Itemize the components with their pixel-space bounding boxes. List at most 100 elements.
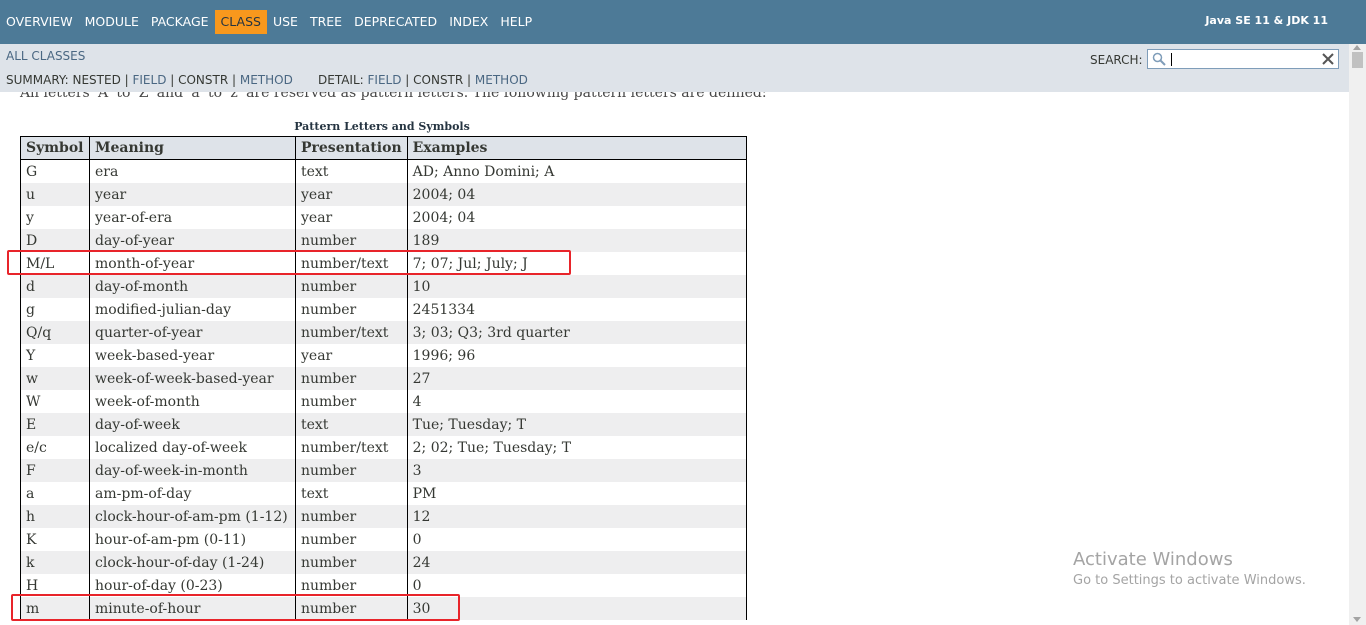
activate-windows-watermark: Activate Windows Go to Settings to activ… (1073, 549, 1306, 588)
summary-label: SUMMARY: NESTED | (6, 73, 133, 87)
cell-symbol: y (20, 206, 90, 229)
nav-use[interactable]: USE (267, 10, 304, 34)
search-label: SEARCH: (1090, 53, 1143, 67)
cell-examples: 2451334 (406, 298, 747, 321)
cell-meaning: day-of-week (89, 413, 296, 436)
cell-presentation: number (295, 367, 408, 390)
nav-overview[interactable]: OVERVIEW (0, 10, 79, 34)
table-row: e/c localized day-of-week number/text 2; 02… (20, 436, 747, 459)
cell-meaning: year-of-era (89, 206, 296, 229)
summary-sep: | (228, 73, 240, 87)
cell-meaning: day-of-week-in-month (89, 459, 296, 482)
table-row: k clock-hour-of-day (1-24) number 24 (20, 551, 747, 574)
cell-examples: 27 (406, 367, 747, 390)
cell-symbol: K (20, 528, 90, 551)
cell-presentation: number (295, 275, 408, 298)
cell-symbol: a (20, 482, 90, 505)
cell-presentation: number (295, 298, 408, 321)
cell-meaning: week-of-week-based-year (89, 367, 296, 390)
detail-method-link[interactable]: METHOD (475, 73, 528, 87)
cell-symbol: k (20, 551, 90, 574)
cell-presentation: number (295, 528, 408, 551)
cell-examples: 1996; 96 (406, 344, 747, 367)
cell-meaning: week-based-year (89, 344, 296, 367)
table-row: a am-pm-of-day text PM (20, 482, 747, 505)
scroll-down-arrow-icon[interactable] (1353, 617, 1361, 622)
about-language: Java SE 11 & JDK 11 (1205, 14, 1328, 27)
nav-index[interactable]: INDEX (443, 10, 494, 34)
summary-field-link[interactable]: FIELD (132, 73, 166, 87)
vertical-scrollbar[interactable] (1349, 44, 1366, 625)
nav-package[interactable]: PACKAGE (145, 10, 215, 34)
cell-presentation: number (295, 551, 408, 574)
cell-presentation: number (295, 459, 408, 482)
cell-meaning: modified-julian-day (89, 298, 296, 321)
watermark-title: Activate Windows (1073, 549, 1233, 570)
cell-examples: PM (406, 482, 747, 505)
highlight-box-month-of-year (7, 250, 571, 275)
summary-method-link[interactable]: METHOD (240, 73, 293, 87)
cell-examples: 10 (406, 275, 747, 298)
search-text-cursor (1171, 53, 1172, 66)
pattern-letters-table: Symbol Meaning Presentation Examples Ger… (20, 136, 747, 620)
table-row: u year year 2004; 04 (20, 183, 747, 206)
cell-examples: 189 (406, 229, 747, 252)
detail-field-link[interactable]: FIELD (368, 73, 402, 87)
scroll-thumb[interactable] (1352, 52, 1363, 68)
cell-meaning: day-of-month (89, 275, 296, 298)
table-row: Gera text AD; Anno Domini; A (20, 159, 747, 183)
nav-module[interactable]: MODULE (79, 10, 145, 34)
cell-symbol: h (20, 505, 90, 528)
watermark-subtitle: Go to Settings to activate Windows. (1073, 573, 1306, 588)
main-content: All letters 'A' to 'Z' and 'a' to 'z' ar… (0, 92, 1349, 625)
cell-examples: 24 (406, 551, 747, 574)
header-presentation: Presentation (295, 136, 408, 160)
nav-tree[interactable]: TREE (304, 10, 348, 34)
cell-examples: Tue; Tuesday; T (406, 413, 747, 436)
cell-presentation: number (295, 390, 408, 413)
top-nav-bar: OVERVIEW MODULE PACKAGE CLASS USE TREE D… (0, 0, 1366, 44)
table-body: Gera text AD; Anno Domini; Au year year 2004;… (20, 159, 747, 620)
cell-examples: 0 (406, 528, 747, 551)
summary-sep: | (166, 73, 179, 87)
table-row: Fday-of-week-in-month number 3 (20, 459, 747, 482)
header-meaning: Meaning (89, 136, 296, 160)
table-row: y year-of-era year 2004; 04 (20, 206, 747, 229)
scroll-up-arrow-icon[interactable] (1353, 45, 1361, 50)
table-row: d day-of-month number 10 (20, 275, 747, 298)
cell-presentation: number/text (295, 436, 408, 459)
cell-meaning: hour-of-am-pm (0-11) (89, 528, 296, 551)
cell-presentation: text (295, 482, 408, 505)
header-examples: Examples (406, 136, 747, 160)
table-caption: Pattern Letters and Symbols (294, 120, 470, 133)
cell-presentation: year (295, 183, 408, 206)
top-nav-list: OVERVIEW MODULE PACKAGE CLASS USE TREE D… (0, 0, 538, 44)
cell-meaning: clock-hour-of-am-pm (1-12) (89, 505, 296, 528)
detail-label: DETAIL: (318, 73, 368, 87)
nav-class-active[interactable]: CLASS (214, 10, 267, 34)
summary-nav: SUMMARY: NESTED | FIELD | CONSTR | METHO… (6, 73, 293, 87)
cell-meaning: quarter-of-year (89, 321, 296, 344)
cell-meaning: localized day-of-week (89, 436, 296, 459)
cell-symbol: W (20, 390, 90, 413)
cell-symbol: d (20, 275, 90, 298)
cell-meaning: clock-hour-of-day (1-24) (89, 551, 296, 574)
highlight-box-minute-of-hour (11, 594, 460, 621)
cell-examples: 4 (406, 390, 747, 413)
nav-help[interactable]: HELP (494, 10, 538, 34)
cell-symbol: E (20, 413, 90, 436)
table-row: Yweek-based-year year 1996; 96 (20, 344, 747, 367)
reset-search-icon[interactable] (1321, 52, 1335, 66)
header-symbol: Symbol (20, 136, 90, 160)
nav-deprecated[interactable]: DEPRECATED (348, 10, 443, 34)
detail-sep-constr: | CONSTR | (401, 73, 475, 87)
all-classes-link[interactable]: ALL CLASSES (6, 49, 85, 63)
cell-symbol: Y (20, 344, 90, 367)
cell-examples: 3 (406, 459, 747, 482)
search-input[interactable] (1147, 49, 1339, 69)
detail-nav: DETAIL: FIELD | CONSTR | METHOD (318, 73, 528, 87)
cell-meaning: week-of-month (89, 390, 296, 413)
cell-symbol: F (20, 459, 90, 482)
cell-meaning: era (89, 159, 296, 183)
summary-constr: CONSTR (178, 73, 229, 87)
